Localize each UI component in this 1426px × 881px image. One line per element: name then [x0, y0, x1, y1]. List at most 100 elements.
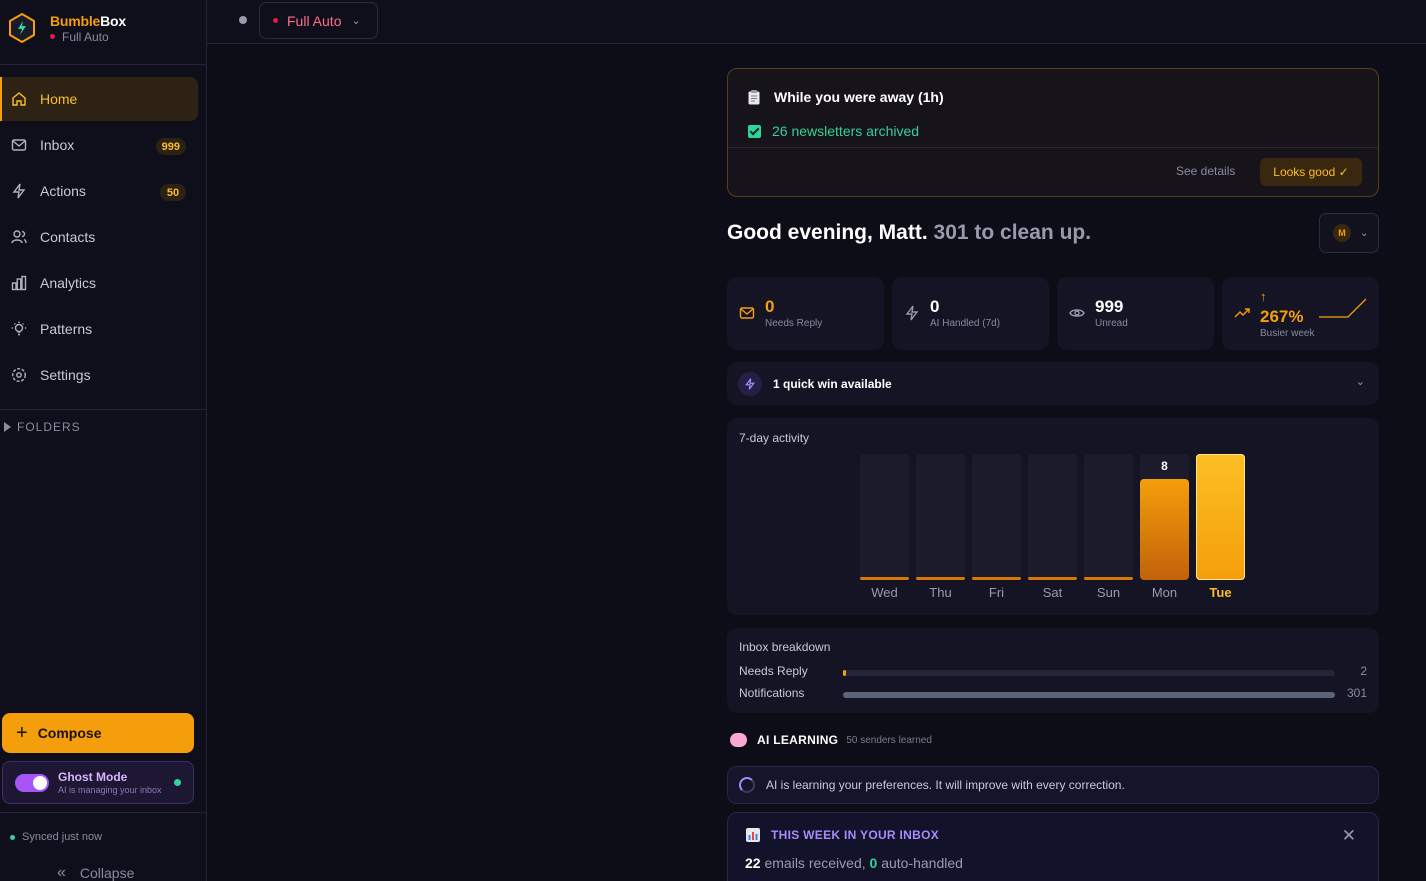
divider [0, 812, 206, 813]
inbox-count-badge: 999 [155, 138, 186, 155]
ai-learning-subtitle: 50 senders learned [846, 734, 932, 746]
mode-selector-label: Full Auto [287, 12, 342, 29]
nav-label-inbox: Inbox [40, 137, 75, 153]
ai-learning-card: AI is learning your preferences. It will… [727, 766, 1379, 804]
nav-item-patterns[interactable]: Patterns [0, 307, 206, 351]
caret-right-icon [4, 422, 11, 432]
nav-label-settings: Settings [40, 367, 91, 383]
mail-icon [11, 139, 27, 151]
bar-fill [1196, 454, 1245, 580]
loading-spinner-icon [739, 777, 755, 793]
collapse-label: Collapse [79, 865, 135, 881]
looks-good-button[interactable]: Looks good ✓ [1260, 158, 1362, 186]
greeting: Good evening, Matt. 301 to clean up. [727, 221, 1092, 244]
breakdown-label: Needs Reply [739, 664, 808, 678]
bar-day-label: Mon [1151, 585, 1178, 600]
progress-fill [843, 670, 847, 676]
bolt-hexagon-logo-icon [9, 12, 35, 44]
stat-label: Needs Reply [765, 318, 823, 329]
bolt-icon [745, 377, 755, 390]
bar-fill [1140, 479, 1189, 580]
nav-item-inbox[interactable]: Inbox 999 [0, 123, 206, 167]
bar-day-label: Tue [1209, 585, 1232, 600]
users-icon [11, 230, 27, 244]
breakdown-row-needs-reply[interactable]: Needs Reply 2 [739, 664, 1367, 680]
account-menu-button[interactable]: M ⌄ [1319, 213, 1379, 253]
avatar: M [1333, 224, 1351, 242]
sync-dot-icon [10, 834, 15, 840]
bar-day-label: Fri [988, 585, 1005, 600]
bar-fill [972, 577, 1021, 580]
trending-up-icon [1234, 308, 1250, 318]
nav-item-settings[interactable]: Settings [0, 353, 206, 397]
chevron-down-icon: ⌄ [1355, 376, 1365, 388]
breakdown-value: 301 [1346, 686, 1367, 700]
gear-icon [11, 367, 27, 383]
see-details-link[interactable]: See details [1176, 164, 1235, 178]
activity-bar-fri[interactable] [972, 454, 1021, 580]
arrow-up-icon: ↑ [1260, 289, 1267, 304]
nav-item-analytics[interactable]: Analytics [0, 261, 206, 305]
top-bar: Full Auto ⌄ [207, 0, 1426, 44]
sidebar: BumbleBox Full Auto Home Inbox 999 Actio… [0, 0, 207, 881]
activity-bar-wed[interactable] [860, 454, 909, 580]
away-summary-card: While you were away (1h) 26 newsletters … [727, 68, 1379, 197]
away-title: While you were away (1h) [748, 89, 944, 105]
toggle-knob [33, 775, 47, 790]
folders-toggle[interactable]: FOLDERS [4, 420, 81, 434]
ghost-mode-panel: Ghost Mode AI is managing your inbox [2, 761, 194, 804]
activity-bar-thu[interactable] [916, 454, 965, 580]
activity-title: 7-day activity [739, 431, 810, 445]
status-dot-icon [239, 16, 247, 24]
stat-unread[interactable]: 999 Unread [1057, 277, 1214, 350]
ai-learning-message: AI is learning your preferences. It will… [766, 778, 1125, 792]
mode-selector[interactable]: Full Auto ⌄ [259, 2, 378, 39]
nav-item-actions[interactable]: Actions 50 [0, 169, 206, 213]
checkbox-checked-icon [748, 124, 761, 138]
stat-needs-reply[interactable]: 0 Needs Reply [727, 277, 884, 350]
bar-day-label: Wed [871, 585, 898, 600]
quick-win-badge [738, 371, 762, 396]
quick-win-text: 1 quick win available [773, 376, 892, 391]
sparkline [1319, 298, 1367, 318]
stat-value: 0 [765, 297, 775, 316]
bar-day-label: Sat [1042, 585, 1063, 600]
bar-chart-icon [11, 275, 27, 291]
chevron-down-icon: ⌄ [351, 15, 361, 27]
breakdown-label: Notifications [739, 686, 805, 700]
bar-fill [1084, 577, 1133, 580]
brain-icon [730, 733, 747, 747]
nav-label-analytics: Analytics [40, 275, 97, 291]
divider [0, 64, 206, 65]
breakdown-row-notifications[interactable]: Notifications 301 [739, 686, 1367, 702]
bar-day-label: Sun [1096, 585, 1121, 600]
close-icon[interactable]: ✕ [1342, 827, 1356, 844]
breakdown-title: Inbox breakdown [739, 640, 831, 654]
compose-button[interactable]: + Compose [2, 713, 194, 753]
stat-label: Busier week [1260, 328, 1315, 339]
activity-bar-sun[interactable] [1084, 454, 1133, 580]
plus-icon: + [16, 722, 28, 744]
sync-status: Synced just now [10, 831, 102, 843]
activity-bar-sat[interactable] [1028, 454, 1077, 580]
brand[interactable]: BumbleBox Full Auto [8, 12, 126, 44]
stat-ai-handled[interactable]: 0 AI Handled (7d) [892, 277, 1049, 350]
activity-bar-tue[interactable] [1196, 454, 1245, 580]
activity-chart: 7-day activity Wed Thu Fri Sat Sun 8 Mon Tue [727, 418, 1379, 615]
bar-fill [1028, 577, 1077, 580]
progress-track [843, 692, 1335, 698]
sync-status-text: Synced just now [22, 831, 103, 843]
ghost-mode-subtitle: AI is managing your inbox [58, 785, 162, 795]
collapse-sidebar-button[interactable]: « Collapse [57, 864, 134, 881]
ghost-mode-toggle[interactable] [15, 773, 49, 792]
nav-item-home[interactable]: Home [0, 77, 198, 121]
inbox-breakdown: Inbox breakdown Needs Reply 2 Notificati… [727, 628, 1379, 713]
nav-item-contacts[interactable]: Contacts [0, 215, 206, 259]
stat-value: 0 [930, 297, 940, 316]
quick-win-toggle[interactable]: 1 quick win available ⌄ [727, 362, 1379, 405]
nav-label-home: Home [40, 91, 78, 107]
stat-busier-week[interactable]: ↑ 267% Busier week [1222, 277, 1379, 350]
actions-count-badge: 50 [160, 184, 186, 201]
clipboard-icon [748, 89, 760, 104]
nav-label-contacts: Contacts [40, 229, 96, 245]
